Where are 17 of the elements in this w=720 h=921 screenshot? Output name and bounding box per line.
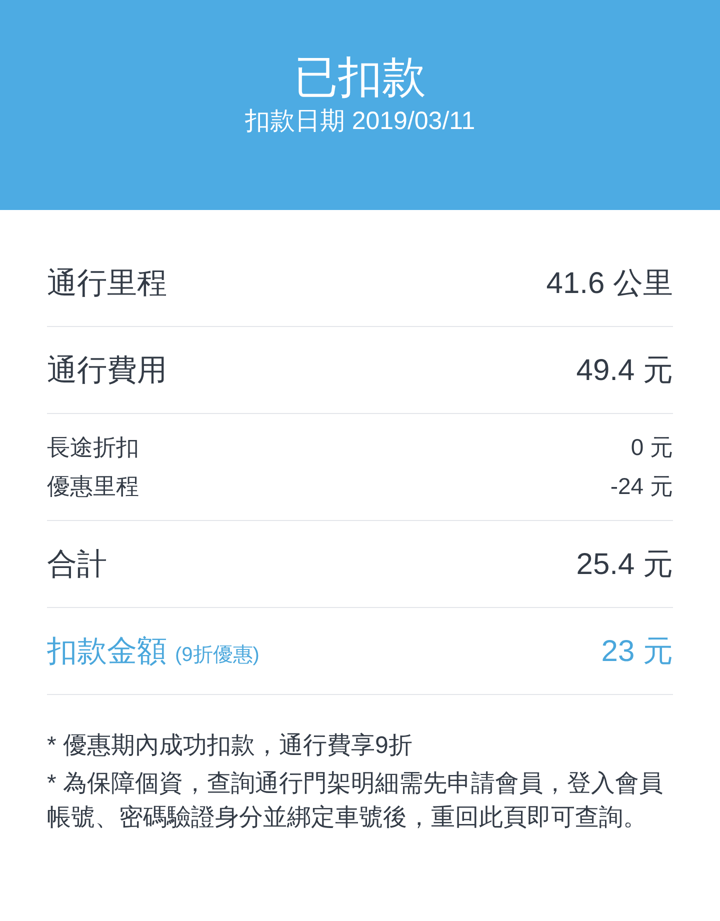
row-label: 合計 xyxy=(47,546,107,582)
row-value: 0 元 xyxy=(630,433,673,462)
discount-note: (9折優惠) xyxy=(175,642,260,668)
row-label: 優惠里程 xyxy=(47,472,139,501)
footnote: * 優惠期內成功扣款，通行費享9折 xyxy=(47,731,414,761)
footnote: * 為保障個資，查詢通行門架明細需先申請會員，登入會員帳號、密碼驗證身分並綁定車號後，重回此頁即可查詢。 xyxy=(47,769,664,833)
row-value: 49.4 元 xyxy=(576,352,673,388)
row-label: 通行里程 xyxy=(47,266,167,302)
row-value: 25.4 元 xyxy=(576,546,673,582)
status-title: 已扣款 xyxy=(294,52,426,104)
row-value: 23 元 xyxy=(601,634,673,670)
deduction-date: 扣款日期 2019/03/11 xyxy=(244,106,476,137)
row-label: 通行費用 xyxy=(47,352,167,388)
row-label: 扣款金額 xyxy=(47,634,167,670)
row-label: 長途折扣 xyxy=(47,433,139,462)
row-value: -24 元 xyxy=(610,472,673,501)
row-value: 41.6 公里 xyxy=(546,266,673,302)
